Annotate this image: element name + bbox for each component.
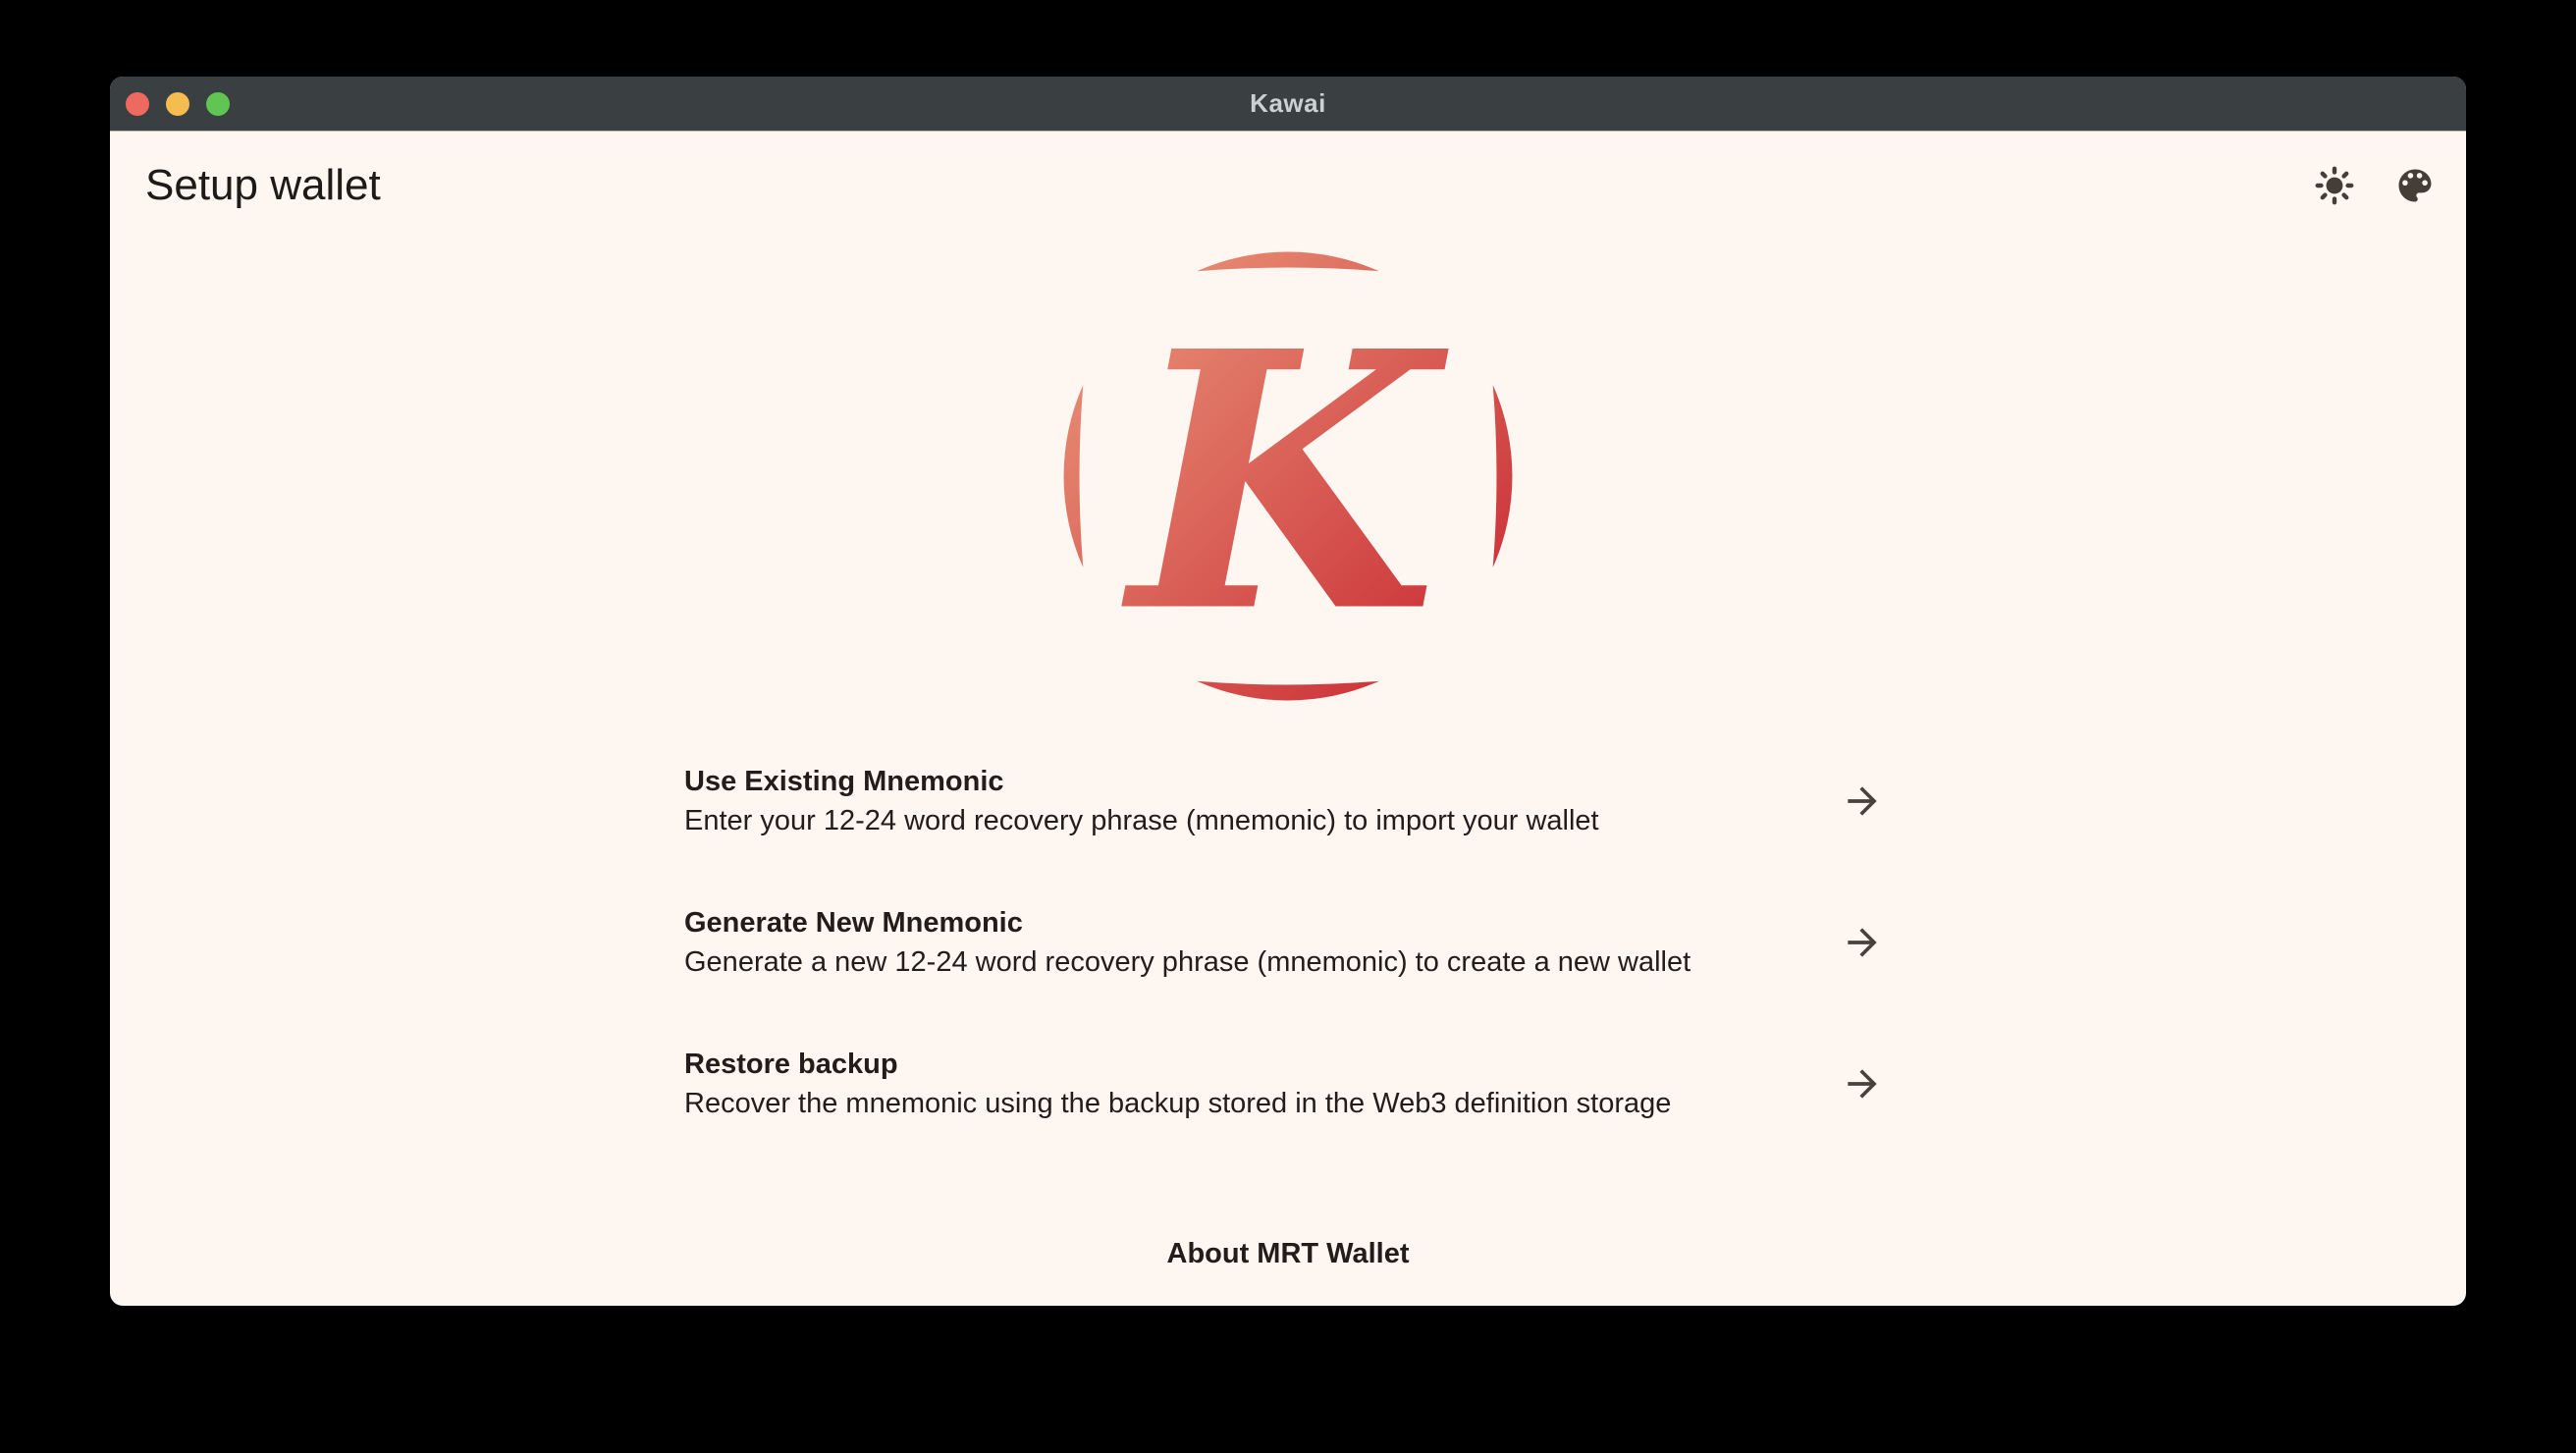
minimize-button[interactable] (166, 92, 189, 116)
arrow-right-icon (1841, 780, 1884, 823)
menu-item-description: Recover the mnemonic using the backup st… (684, 1084, 1671, 1123)
menu-item-text: Restore backup Recover the mnemonic usin… (684, 1045, 1671, 1123)
logo-arc-left (1064, 385, 1084, 567)
app-window: Kawai Setup wallet (110, 77, 2466, 1306)
logo-arc-top (1197, 252, 1379, 272)
kawai-logo: K (1052, 241, 1524, 712)
menu-item-generate-new-mnemonic[interactable]: Generate New Mnemonic Generate a new 12-… (684, 903, 1892, 982)
close-button[interactable] (126, 92, 149, 116)
theme-palette-button[interactable] (2393, 164, 2437, 207)
logo-letter: K (1119, 274, 1451, 689)
window-title: Kawai (1250, 88, 1326, 119)
window-controls (126, 77, 230, 131)
zoom-button[interactable] (206, 92, 230, 116)
arrow-right-icon (1841, 1062, 1884, 1105)
logo-arc-right (1493, 385, 1513, 567)
arrow-right-icon (1841, 921, 1884, 964)
menu-item-description: Enter your 12-24 word recovery phrase (m… (684, 801, 1599, 840)
menu-item-text: Use Existing Mnemonic Enter your 12-24 w… (684, 762, 1599, 840)
sun-icon (2313, 164, 2356, 207)
main-content: Setup wallet (110, 133, 2466, 1306)
window-titlebar[interactable]: Kawai (110, 77, 2466, 132)
header-actions (2313, 164, 2437, 207)
menu-item-description: Generate a new 12-24 word recovery phras… (684, 942, 1690, 982)
page-title: Setup wallet (145, 160, 381, 211)
setup-options-menu: Use Existing Mnemonic Enter your 12-24 w… (684, 762, 1892, 1123)
menu-item-title: Use Existing Mnemonic (684, 762, 1599, 801)
about-mrt-wallet-button[interactable]: About MRT Wallet (1167, 1234, 1410, 1273)
brightness-toggle-button[interactable] (2313, 164, 2356, 207)
menu-item-text: Generate New Mnemonic Generate a new 12-… (684, 903, 1690, 982)
palette-icon (2393, 164, 2437, 207)
menu-item-title: Restore backup (684, 1045, 1671, 1084)
menu-item-title: Generate New Mnemonic (684, 903, 1690, 942)
menu-item-use-existing-mnemonic[interactable]: Use Existing Mnemonic Enter your 12-24 w… (684, 762, 1892, 840)
menu-item-restore-backup[interactable]: Restore backup Recover the mnemonic usin… (684, 1045, 1892, 1123)
